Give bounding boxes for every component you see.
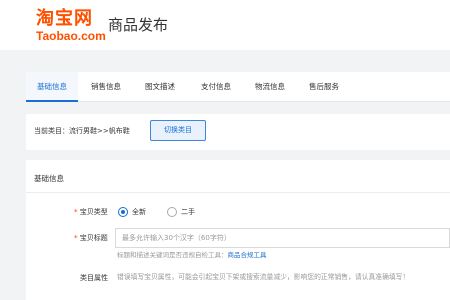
form-tabs: 基础信息 销售信息 图文描述 支付信息 物流信息 售后服务 bbox=[26, 72, 450, 102]
tab-logistics-info[interactable]: 物流信息 bbox=[244, 72, 296, 102]
logo-text: 淘宝网 bbox=[36, 8, 93, 29]
required-mark: * bbox=[74, 208, 78, 216]
tab-payment-info[interactable]: 支付信息 bbox=[190, 72, 242, 102]
category-attrs-label: 类目属性 bbox=[80, 274, 108, 282]
radio-used-label[interactable]: 二手 bbox=[181, 207, 195, 217]
item-type-label-text: 宝贝类型 bbox=[79, 208, 108, 216]
section-title: 基础信息 bbox=[34, 174, 64, 183]
item-title-label-text: 宝贝标题 bbox=[79, 234, 108, 242]
section-divider bbox=[26, 192, 450, 193]
radio-new[interactable] bbox=[118, 207, 128, 217]
tab-basic-info[interactable]: 基础信息 bbox=[26, 72, 78, 102]
radio-used[interactable] bbox=[167, 207, 177, 217]
radio-new-label[interactable]: 全新 bbox=[132, 207, 146, 217]
required-mark: * bbox=[74, 234, 78, 242]
item-title-input[interactable] bbox=[115, 228, 450, 248]
page-header: 淘宝网 Taobao.com 商品发布 bbox=[0, 0, 450, 50]
category-attrs-hint: 错误填写宝贝属性，可能会引起宝贝下架或搜索流量减少，影响您的正常销售，请认真准确… bbox=[117, 273, 410, 281]
logo-domain: Taobao.com bbox=[36, 29, 106, 43]
basic-info-panel: 基础信息 * 宝贝类型 全新 二手 * 宝贝标题 标题和描述关键词是否违规自检工… bbox=[26, 160, 450, 300]
current-category: 当前类目：流行男鞋>>帆布鞋 bbox=[34, 127, 130, 135]
switch-category-button[interactable]: 切换类目 bbox=[150, 120, 206, 141]
taobao-logo[interactable]: 淘宝网 Taobao.com bbox=[36, 8, 106, 44]
category-panel: 当前类目：流行男鞋>>帆布鞋 切换类目 bbox=[26, 114, 450, 150]
tab-sales-info[interactable]: 销售信息 bbox=[80, 72, 132, 102]
item-type-label: * 宝贝类型 bbox=[74, 207, 108, 217]
title-hint-text: 标题和描述关键词是否违规自检工具： bbox=[117, 251, 228, 259]
tab-description[interactable]: 图文描述 bbox=[134, 72, 186, 102]
compliance-tool-link[interactable]: 商品合规工具 bbox=[228, 251, 267, 259]
tab-after-sales[interactable]: 售后服务 bbox=[298, 72, 350, 102]
title-hint: 标题和描述关键词是否违规自检工具：商品合规工具 bbox=[117, 251, 267, 260]
item-title-label: * 宝贝标题 bbox=[74, 233, 108, 243]
page-title: 商品发布 bbox=[108, 16, 169, 34]
